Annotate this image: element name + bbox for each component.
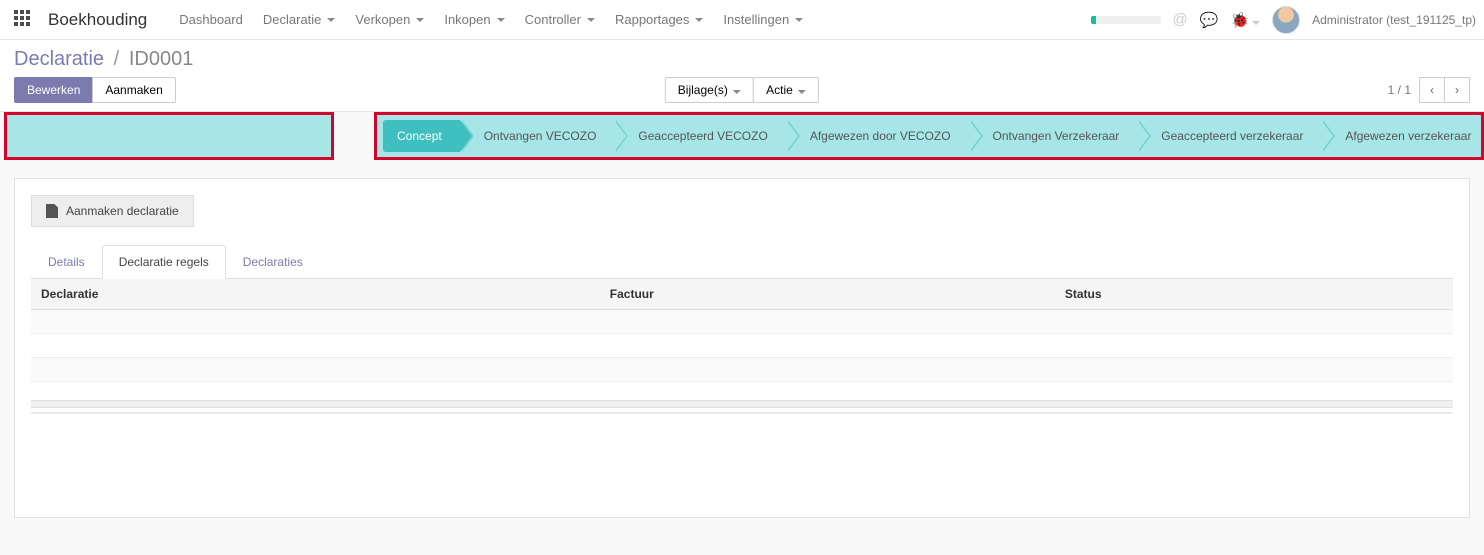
caret-icon	[795, 18, 803, 22]
status-chevrons: Concept Ontvangen VECOZO Geaccepteerd VE…	[383, 120, 1484, 152]
nav-item-label: Declaratie	[263, 12, 322, 27]
nav-item-dashboard[interactable]: Dashboard	[169, 12, 253, 27]
table-row	[31, 310, 1453, 334]
footer-stripe	[31, 400, 1453, 408]
tab-label: Declaraties	[243, 255, 303, 269]
edit-button[interactable]: Bewerken	[14, 77, 93, 103]
form-sheet: Aanmaken declaratie Details Declaratie r…	[14, 178, 1470, 518]
status-step-ontvangen-verzekeraar[interactable]: Ontvangen Verzekeraar	[969, 120, 1138, 152]
status-step-geaccepteerd-vecozo[interactable]: Geaccepteerd VECOZO	[614, 120, 785, 152]
pager-prev-button[interactable]: ‹	[1419, 77, 1445, 103]
avatar[interactable]	[1272, 6, 1300, 34]
apps-icon[interactable]	[14, 10, 34, 30]
pager-text: 1 / 1	[1388, 83, 1411, 97]
nav-item-controller[interactable]: Controller	[515, 12, 605, 27]
nav-item-label: Dashboard	[179, 12, 243, 27]
nav-item-inkopen[interactable]: Inkopen	[434, 12, 514, 27]
status-step-label: Afgewezen door VECOZO	[810, 129, 951, 143]
tab-declaratie-regels[interactable]: Declaratie regels	[102, 245, 226, 279]
create-declaration-label: Aanmaken declaratie	[66, 204, 179, 218]
nav-item-rapportages[interactable]: Rapportages	[605, 12, 713, 27]
sheet-wrap: Aanmaken declaratie Details Declaratie r…	[0, 160, 1484, 536]
table-row	[31, 334, 1453, 358]
status-step-concept[interactable]: Concept	[383, 120, 460, 152]
caret-icon	[327, 18, 335, 22]
nav-item-label: Rapportages	[615, 12, 689, 27]
navbar-right: @ 💬 🐞 Administrator (test_191125_tp)	[1091, 6, 1476, 34]
statusbar-wrap: Concept Ontvangen VECOZO Geaccepteerd VE…	[0, 112, 1484, 160]
status-step-label: Afgewezen verzekeraar	[1345, 129, 1471, 143]
attachments-label: Bijlage(s)	[678, 83, 728, 97]
col-status[interactable]: Status	[1055, 279, 1453, 310]
create-button[interactable]: Aanmaken	[92, 77, 175, 103]
highlight-left-box	[4, 112, 334, 160]
action-button[interactable]: Actie	[753, 77, 819, 103]
footer-line	[31, 412, 1453, 414]
status-step-label: Ontvangen VECOZO	[484, 129, 597, 143]
empty-row	[31, 358, 1453, 382]
tab-label: Details	[48, 255, 85, 269]
highlight-statusbar-box: Concept Ontvangen VECOZO Geaccepteerd VE…	[374, 112, 1484, 160]
user-label[interactable]: Administrator (test_191125_tp)	[1312, 13, 1476, 27]
breadcrumb-current: ID0001	[129, 48, 194, 70]
action-label: Actie	[766, 83, 793, 97]
breadcrumb-separator: /	[114, 48, 120, 70]
at-icon[interactable]: @	[1173, 11, 1188, 28]
caret-icon	[416, 18, 424, 22]
create-declaration-button[interactable]: Aanmaken declaratie	[31, 195, 194, 227]
caret-icon	[1252, 21, 1260, 25]
empty-row	[31, 310, 1453, 334]
table-row	[31, 358, 1453, 382]
nav-item-declaratie[interactable]: Declaratie	[253, 12, 346, 27]
gap-row	[31, 334, 1453, 358]
status-step-afgewezen-verzekeraar[interactable]: Afgewezen verzekeraar	[1321, 120, 1484, 152]
nav-menu: Dashboard Declaratie Verkopen Inkopen Co…	[169, 12, 813, 27]
status-step-label: Geaccepteerd VECOZO	[638, 129, 767, 143]
tab-label: Declaratie regels	[119, 255, 209, 269]
document-icon	[46, 204, 58, 218]
nav-item-label: Inkopen	[444, 12, 490, 27]
declaration-lines-table: Declaratie Factuur Status	[31, 279, 1453, 382]
table-header-row: Declaratie Factuur Status	[31, 279, 1453, 310]
status-step-label: Concept	[397, 129, 442, 143]
nav-item-label: Verkopen	[355, 12, 410, 27]
caret-icon	[587, 18, 595, 22]
nav-item-verkopen[interactable]: Verkopen	[345, 12, 434, 27]
pager-next-button[interactable]: ›	[1444, 77, 1470, 103]
status-step-afgewezen-vecozo[interactable]: Afgewezen door VECOZO	[786, 120, 969, 152]
attachments-button[interactable]: Bijlage(s)	[665, 77, 754, 103]
tab-details[interactable]: Details	[31, 245, 102, 279]
tab-declaraties[interactable]: Declaraties	[226, 245, 320, 279]
status-step-ontvangen-vecozo[interactable]: Ontvangen VECOZO	[460, 120, 615, 152]
progress-indicator[interactable]	[1091, 16, 1161, 24]
caret-icon	[497, 18, 505, 22]
center-actions: Bijlage(s) Actie	[665, 77, 819, 103]
nav-item-label: Controller	[525, 12, 581, 27]
top-navbar: Boekhouding Dashboard Declaratie Verkope…	[0, 0, 1484, 40]
caret-icon	[798, 90, 806, 94]
nav-item-label: Instellingen	[723, 12, 789, 27]
nav-item-instellingen[interactable]: Instellingen	[713, 12, 813, 27]
breadcrumb: Declaratie / ID0001	[14, 48, 193, 71]
breadcrumb-parent[interactable]: Declaratie	[14, 48, 104, 70]
bug-icon[interactable]: 🐞	[1230, 11, 1260, 29]
chat-icon[interactable]: 💬	[1200, 11, 1219, 29]
status-step-label: Geaccepteerd verzekeraar	[1161, 129, 1303, 143]
col-factuur[interactable]: Factuur	[600, 279, 1055, 310]
status-step-label: Ontvangen Verzekeraar	[993, 129, 1120, 143]
caret-icon	[733, 90, 741, 94]
pager: 1 / 1 ‹ ›	[1388, 77, 1470, 103]
control-panel: Declaratie / ID0001 Bewerken Aanmaken Bi…	[0, 40, 1484, 112]
app-name: Boekhouding	[48, 10, 147, 30]
caret-icon	[695, 18, 703, 22]
col-declaratie[interactable]: Declaratie	[31, 279, 600, 310]
tabs: Details Declaratie regels Declaraties	[31, 245, 1453, 279]
status-step-geaccepteerd-verzekeraar[interactable]: Geaccepteerd verzekeraar	[1137, 120, 1321, 152]
